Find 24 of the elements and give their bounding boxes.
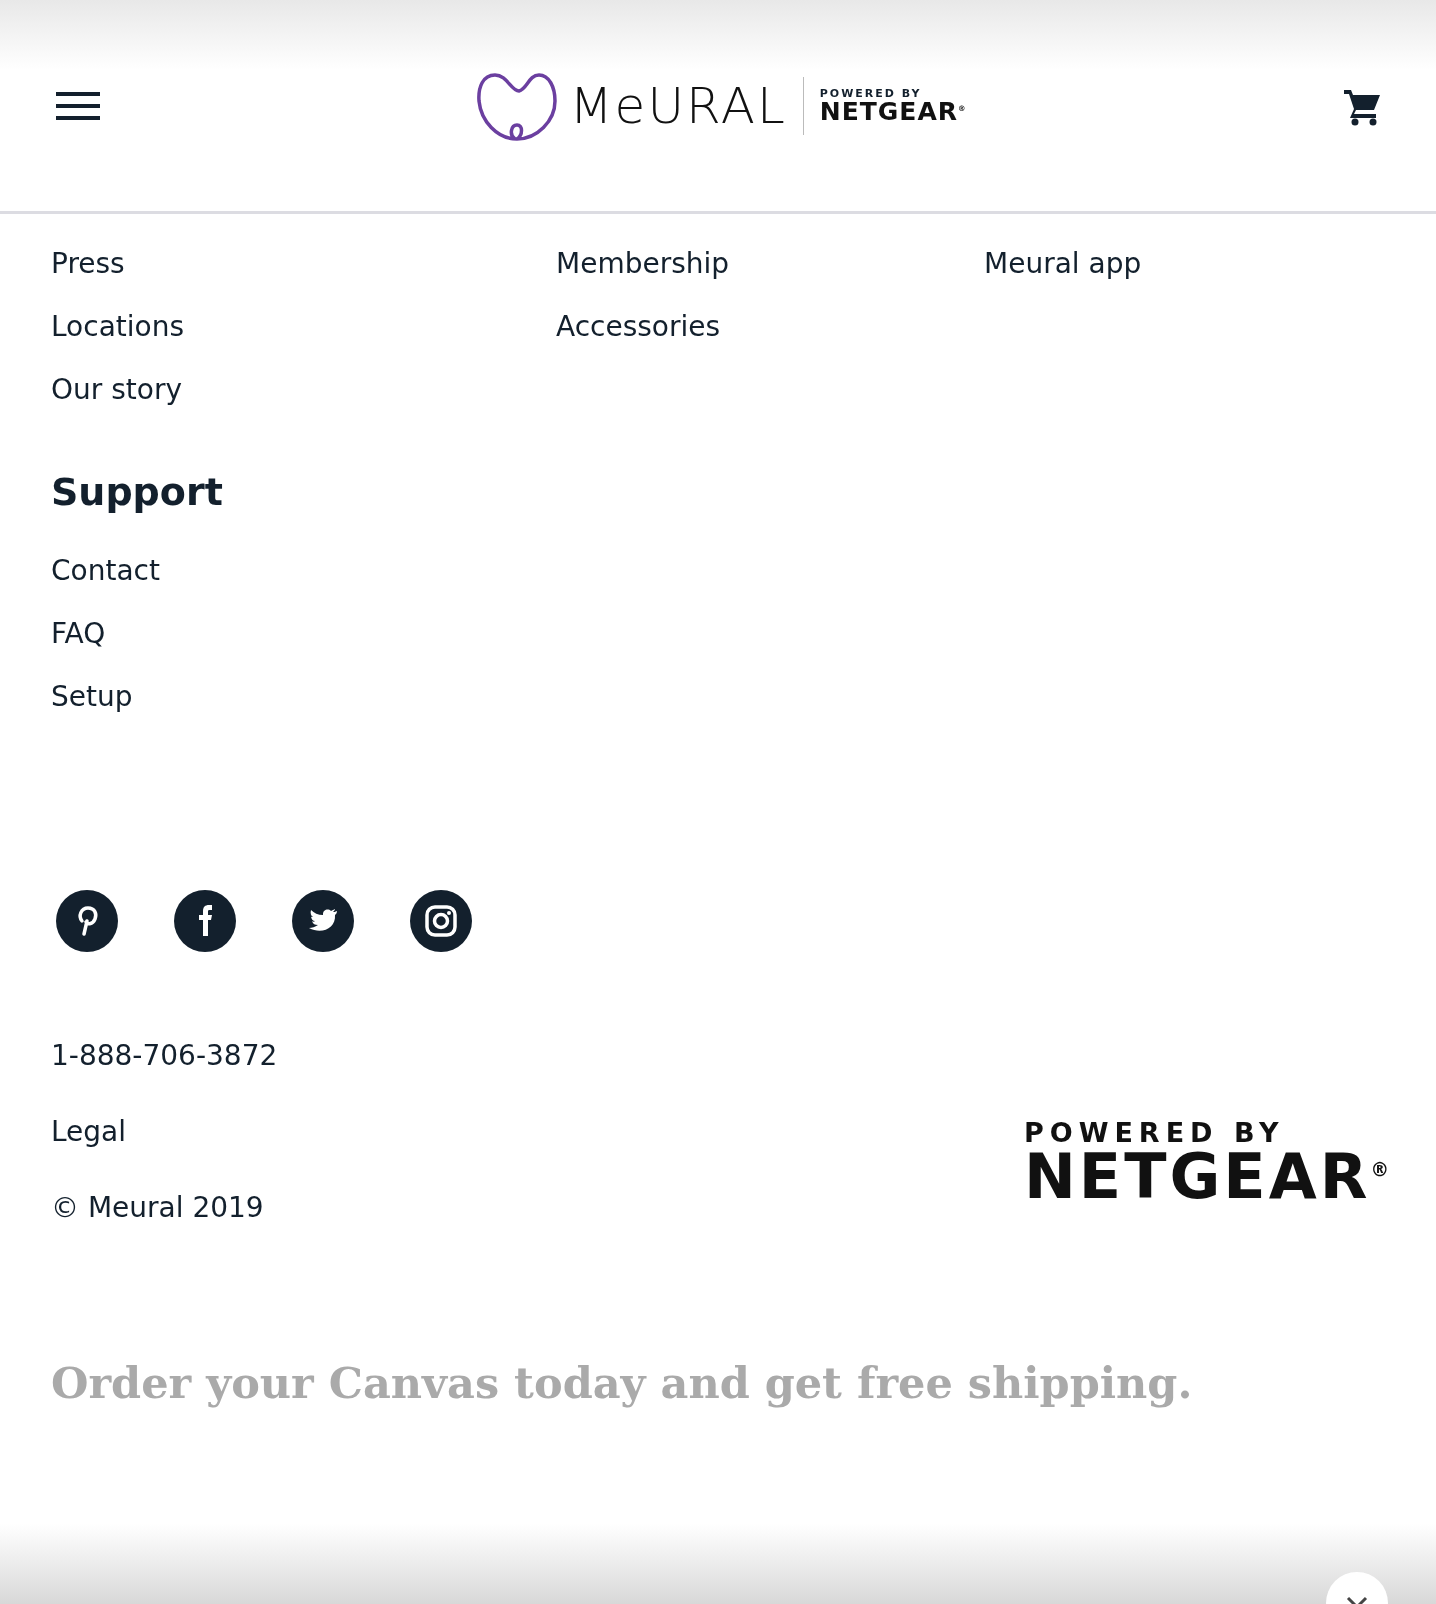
footer-link[interactable]: Setup — [51, 677, 133, 717]
footer-link[interactable]: FAQ — [51, 614, 106, 654]
logo-brand: NETGEAR$^{®}$ — [1023, 1146, 1392, 1208]
footer-link[interactable]: Meural app — [984, 244, 1142, 284]
footer-link[interactable]: Our story — [51, 370, 182, 410]
logo-wordmark: MeURAL — [569, 76, 787, 135]
facebook-icon[interactable] — [174, 890, 236, 952]
footer-link[interactable]: Contact — [51, 551, 160, 591]
section-heading: Support — [51, 469, 223, 516]
copyright-text: © Meural 2019 — [51, 1190, 264, 1226]
logo-brand: NETGEAR$^{®}$ — [819, 98, 967, 124]
instagram-icon[interactable] — [410, 890, 472, 952]
phone-link[interactable]: 1-888-706-3872 — [51, 1036, 278, 1076]
footer-link[interactable]: Membership — [556, 244, 730, 284]
logo-tagline: POWERED BY — [1023, 1119, 1286, 1146]
logo-tagline: POWERED BY — [819, 87, 923, 99]
legal-link[interactable]: Legal — [51, 1112, 127, 1152]
pinterest-icon[interactable] — [56, 890, 118, 952]
menu-icon[interactable] — [56, 89, 100, 122]
promo-text: Order your Canvas today and get free shipping. — [51, 1358, 1194, 1408]
footer-link[interactable]: Accessories — [556, 307, 721, 347]
twitter-icon[interactable] — [292, 890, 354, 952]
footer-link[interactable]: Locations — [51, 307, 184, 347]
footer-link[interactable]: Press — [51, 244, 125, 284]
